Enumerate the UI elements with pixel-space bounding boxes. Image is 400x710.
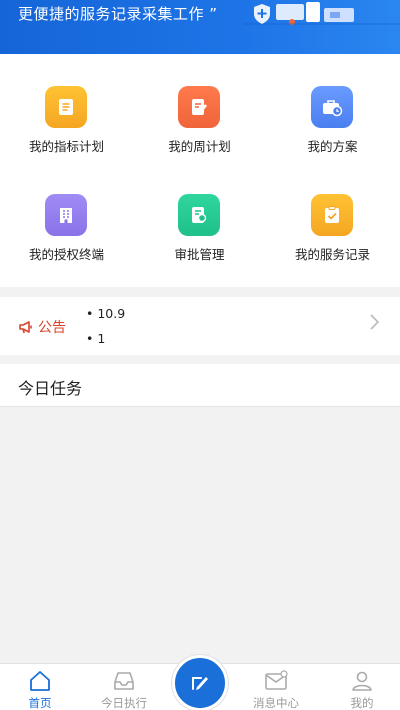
compose-button[interactable] <box>172 655 228 710</box>
menu-item-weekly-plan[interactable]: 我的周计划 <box>133 86 266 186</box>
banner-text: 更便捷的服务记录采集工作 ” <box>18 5 218 23</box>
tab-label: 我的 <box>350 696 374 710</box>
menu-item-indicator-plan[interactable]: 我的指标计划 <box>0 86 133 186</box>
tab-home[interactable]: 首页 <box>0 664 80 710</box>
announcement-bar[interactable]: 公告 • 10.9 • 1 <box>0 297 400 355</box>
compose-icon <box>192 677 208 690</box>
inbox-icon <box>114 672 134 690</box>
menu-item-authorized-terminal[interactable]: 我的授权终端 <box>0 194 133 294</box>
today-tasks-header: 今日任务 <box>0 364 400 407</box>
building-icon <box>45 194 87 236</box>
approval-doc-icon <box>178 194 220 236</box>
top-banner[interactable]: 更便捷的服务记录采集工作 ” <box>0 0 400 54</box>
tab-message-center[interactable]: 消息中心 <box>236 664 316 710</box>
menu-item-label: 我的服务记录 <box>294 247 370 262</box>
edit-note-icon <box>178 86 220 128</box>
menu-item-label: 我的周计划 <box>168 139 231 154</box>
chevron-right-icon <box>370 314 380 330</box>
tab-label: 今日执行 <box>101 696 147 710</box>
briefcase-clock-icon <box>311 86 353 128</box>
menu-item-approval[interactable]: 审批管理 <box>133 194 266 294</box>
home-icon <box>30 671 50 691</box>
tab-mine[interactable]: 我的 <box>322 664 400 710</box>
announcement-tag: 公告 <box>18 317 66 337</box>
announcement-item: • 1 <box>86 331 106 346</box>
tab-label: 消息中心 <box>253 696 299 710</box>
function-grid: 我的指标计划 我的周计划 我的方案 我的授权终端 审批管理 我的服务记录 <box>0 54 400 287</box>
document-icon <box>45 86 87 128</box>
menu-item-service-records[interactable]: 我的服务记录 <box>266 194 399 294</box>
menu-item-label: 审批管理 <box>174 247 225 262</box>
menu-item-my-plan[interactable]: 我的方案 <box>266 86 399 186</box>
clipboard-check-icon <box>311 194 353 236</box>
announcement-item: • 10.9 <box>86 306 126 321</box>
menu-item-label: 我的指标计划 <box>28 139 104 154</box>
tab-today-execution[interactable]: 今日执行 <box>84 664 164 710</box>
menu-item-label: 我的授权终端 <box>28 247 104 262</box>
user-icon <box>352 671 372 691</box>
megaphone-icon <box>19 321 32 334</box>
banner-illustration <box>244 2 400 25</box>
menu-item-label: 我的方案 <box>307 139 358 154</box>
tab-label: 首页 <box>28 696 52 710</box>
section-title: 今日任务 <box>18 379 83 398</box>
announcement-label: 公告 <box>38 320 66 336</box>
mail-icon <box>265 670 288 690</box>
